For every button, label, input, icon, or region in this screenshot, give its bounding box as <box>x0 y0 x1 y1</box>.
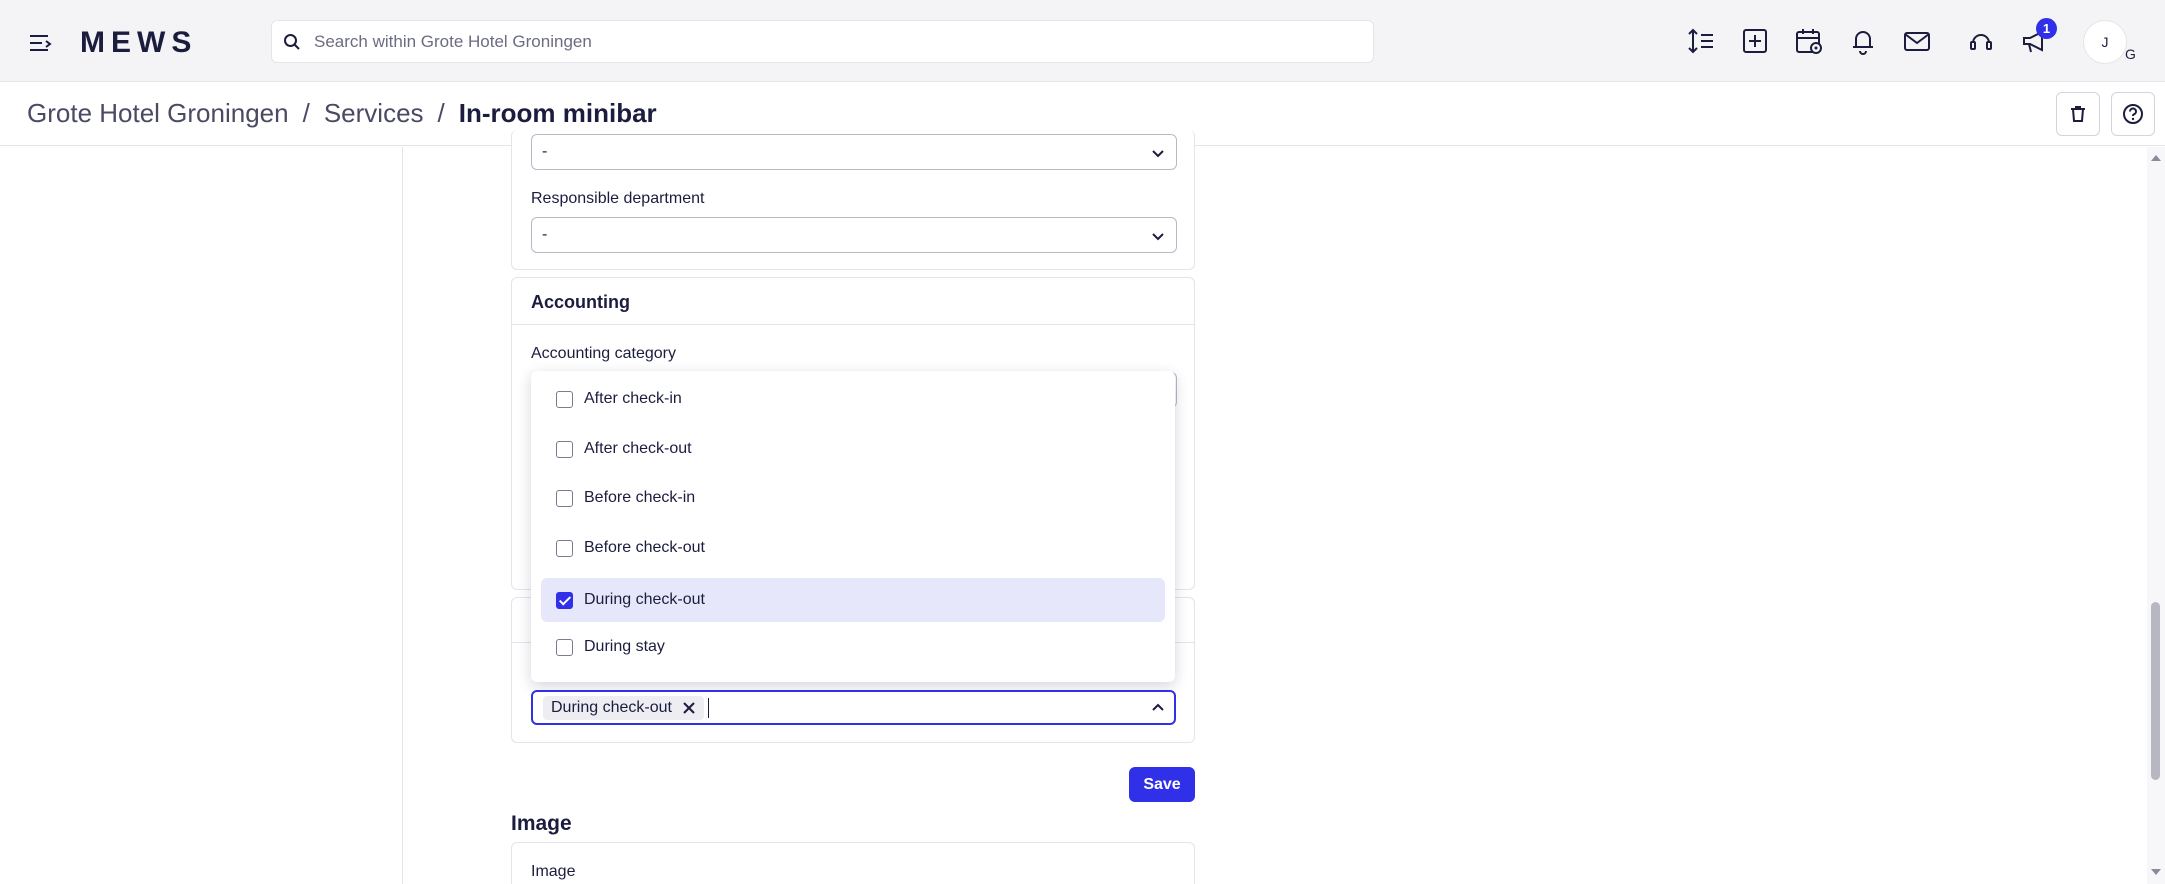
first-select-value: - <box>542 143 548 160</box>
option-label: Before check-out <box>584 539 705 556</box>
scroll-down-arrow-icon[interactable] <box>2151 869 2161 875</box>
mews-logo[interactable]: MEWS <box>80 26 197 60</box>
responsible-department-select[interactable]: - <box>531 217 1177 253</box>
responsible-department-value: - <box>542 226 548 243</box>
scrollbar[interactable] <box>2147 147 2165 884</box>
search-bar[interactable] <box>271 20 1374 63</box>
checkbox-checked[interactable] <box>556 591 573 609</box>
option-label: During stay <box>584 638 665 655</box>
breadcrumb-item-services[interactable]: Services <box>324 98 424 129</box>
scroll-up-arrow-icon[interactable] <box>2151 155 2161 161</box>
divider <box>512 324 1194 325</box>
scrollbar-thumb[interactable] <box>2151 602 2160 780</box>
bell-icon[interactable] <box>1848 26 1878 56</box>
checkbox[interactable] <box>556 390 573 408</box>
option-after-check-out[interactable]: After check-out <box>541 427 1165 471</box>
avatar[interactable]: J <box>2083 20 2127 64</box>
save-button[interactable]: Save <box>1129 767 1195 802</box>
option-before-check-out[interactable]: Before check-out <box>541 526 1165 570</box>
checkbox[interactable] <box>556 539 573 557</box>
support-headset-icon[interactable] <box>1966 26 1996 56</box>
image-section-title: Image <box>511 812 572 835</box>
option-before-check-in[interactable]: Before check-in <box>541 476 1165 520</box>
calendar-view-icon[interactable] <box>1794 26 1824 56</box>
chip-label: During check-out <box>551 699 672 716</box>
option-label: Before check-in <box>584 489 696 506</box>
chevron-down-icon <box>1152 150 1164 158</box>
search-icon <box>284 33 300 50</box>
text-caret <box>708 698 709 718</box>
charging-multiselect[interactable]: During check-out <box>531 690 1176 725</box>
notification-badge: 1 <box>2036 18 2057 39</box>
chevron-up-icon[interactable] <box>1150 700 1166 716</box>
option-label: After check-in <box>584 390 682 407</box>
general-card: - Responsible department - <box>511 130 1195 270</box>
left-panel <box>0 147 403 884</box>
option-during-stay[interactable]: During stay <box>541 625 1165 669</box>
breadcrumb-separator: / <box>302 98 310 128</box>
page-title: In-room minibar <box>458 98 657 128</box>
close-icon[interactable] <box>682 701 696 715</box>
menu-icon[interactable] <box>28 32 54 54</box>
breadcrumb-item-hotel[interactable]: Grote Hotel Groningen <box>27 98 289 129</box>
selected-chip: During check-out <box>543 696 704 720</box>
accounting-category-label: Accounting category <box>531 345 676 362</box>
trash-icon <box>2071 106 2085 122</box>
first-select[interactable]: - <box>531 134 1177 170</box>
avatar-enterprise-initial: G <box>2125 46 2136 62</box>
help-button[interactable] <box>2111 92 2155 136</box>
delete-button[interactable] <box>2056 92 2100 136</box>
accounting-title: Accounting <box>531 292 630 312</box>
breadcrumb: Grote Hotel Groningen / Services / In-ro… <box>27 98 657 129</box>
responsible-department-label: Responsible department <box>531 190 705 207</box>
image-card: Image <box>511 842 1195 884</box>
help-icon <box>2123 104 2143 124</box>
charging-options-dropdown: After check-in After check-out Before ch… <box>531 371 1175 682</box>
add-icon[interactable] <box>1740 26 1770 56</box>
line-height-icon[interactable] <box>1686 26 1716 56</box>
checkbox[interactable] <box>556 489 573 507</box>
option-during-check-out[interactable]: During check-out <box>541 578 1165 622</box>
option-label: After check-out <box>584 440 692 457</box>
chevron-down-icon <box>1152 233 1164 241</box>
mail-icon[interactable] <box>1902 26 1932 56</box>
option-label: During check-out <box>584 591 705 608</box>
breadcrumb-separator: / <box>437 98 445 128</box>
option-after-check-in[interactable]: After check-in <box>541 377 1165 421</box>
image-field-label: Image <box>531 863 576 880</box>
checkbox[interactable] <box>556 440 573 458</box>
checkbox[interactable] <box>556 638 573 656</box>
top-bar: MEWS Search within Grote Hotel Groningen… <box>0 0 2165 82</box>
search-input[interactable] <box>314 31 1314 52</box>
